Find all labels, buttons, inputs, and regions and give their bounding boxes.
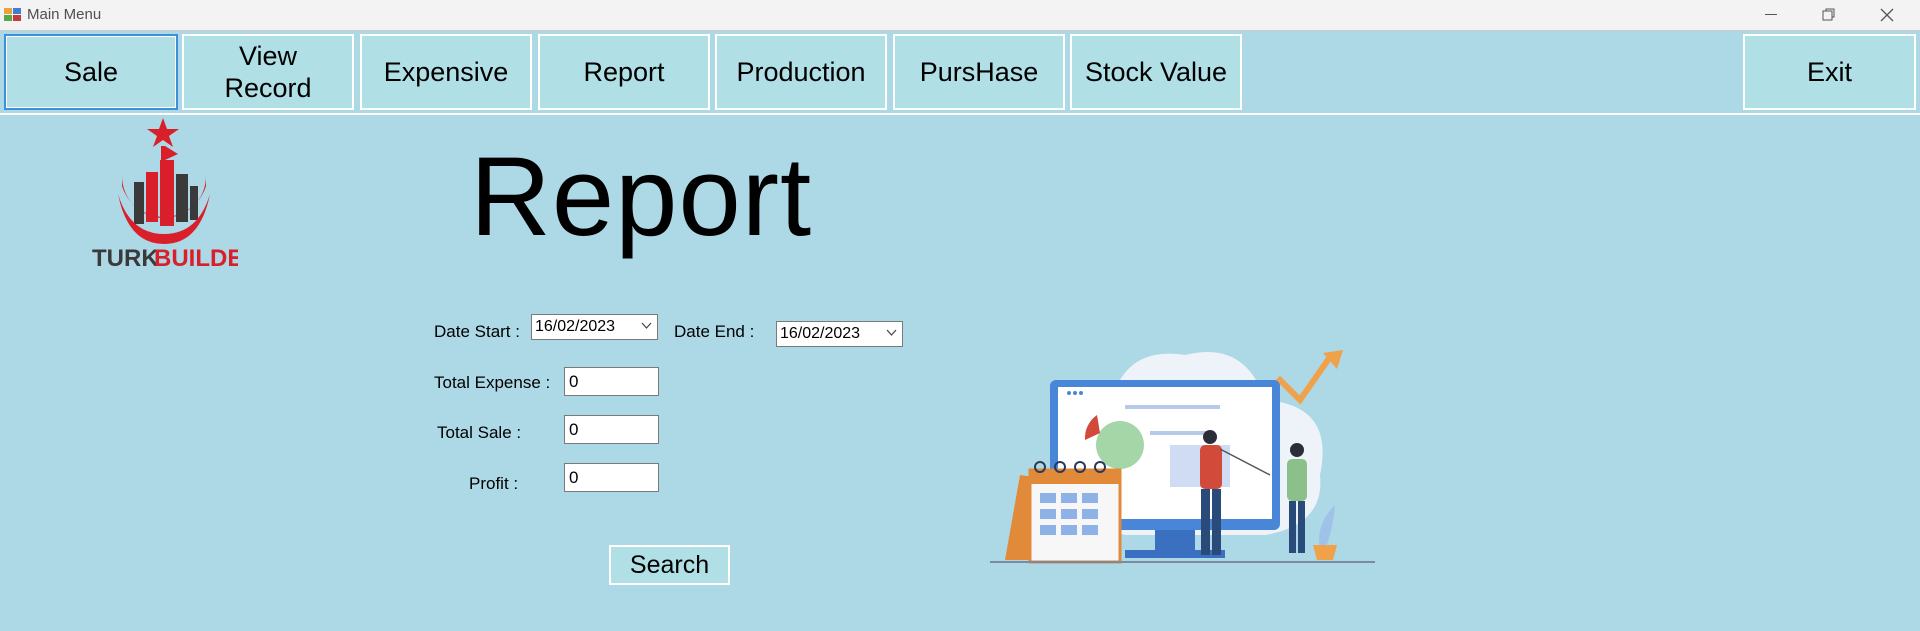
- sale-button[interactable]: Sale: [4, 34, 178, 110]
- analytics-illustration: [990, 350, 1375, 564]
- chevron-down-icon: [641, 322, 652, 329]
- restore-button[interactable]: [1800, 0, 1858, 30]
- search-button[interactable]: Search: [609, 545, 730, 585]
- restore-icon: [1822, 8, 1835, 21]
- total-expense-field[interactable]: 0: [564, 367, 659, 396]
- stock-value-button[interactable]: Stock Value: [1070, 34, 1242, 110]
- pie-chart-icon: [1096, 421, 1144, 469]
- total-expense-label: Total Expense :: [434, 373, 551, 392]
- title-bar: Main Menu: [0, 0, 1920, 31]
- total-sale-field[interactable]: 0: [564, 415, 659, 444]
- view-record-button[interactable]: View Record: [182, 34, 354, 110]
- page-title: Report: [470, 134, 813, 259]
- report-button[interactable]: Report: [538, 34, 710, 110]
- logo-text-turk: TURK: [92, 245, 159, 268]
- close-icon: [1880, 8, 1894, 22]
- turk-builders-logo: TURK BUILDERS: [92, 118, 238, 268]
- chevron-down-icon: [886, 329, 897, 336]
- app-icon: [4, 8, 21, 21]
- window-title: Main Menu: [27, 6, 102, 23]
- profit-label: Profit :: [469, 474, 519, 493]
- calendar-icon: [1005, 461, 1122, 564]
- logo-text-builders: BUILDERS: [154, 245, 238, 268]
- main-toolbar: Sale View Record Expensive Report Produc…: [0, 31, 1920, 115]
- date-end-label: Date End :: [674, 322, 755, 341]
- purchase-button[interactable]: PursHase: [893, 34, 1065, 110]
- close-button[interactable]: [1858, 0, 1916, 30]
- profit-field[interactable]: 0: [564, 463, 659, 492]
- production-button[interactable]: Production: [715, 34, 887, 110]
- date-end-value: 16/02/2023: [780, 325, 861, 342]
- minimize-button[interactable]: [1742, 0, 1800, 30]
- date-end-picker[interactable]: 16/02/2023: [776, 321, 903, 347]
- total-sale-label: Total Sale :: [437, 423, 522, 442]
- date-start-picker[interactable]: 16/02/2023: [531, 314, 658, 340]
- minimize-icon: [1765, 14, 1777, 15]
- date-start-label: Date Start :: [434, 322, 520, 341]
- date-start-value: 16/02/2023: [535, 318, 616, 335]
- logo-star-icon: [147, 118, 179, 147]
- expensive-button[interactable]: Expensive: [360, 34, 532, 110]
- exit-button[interactable]: Exit: [1743, 34, 1916, 110]
